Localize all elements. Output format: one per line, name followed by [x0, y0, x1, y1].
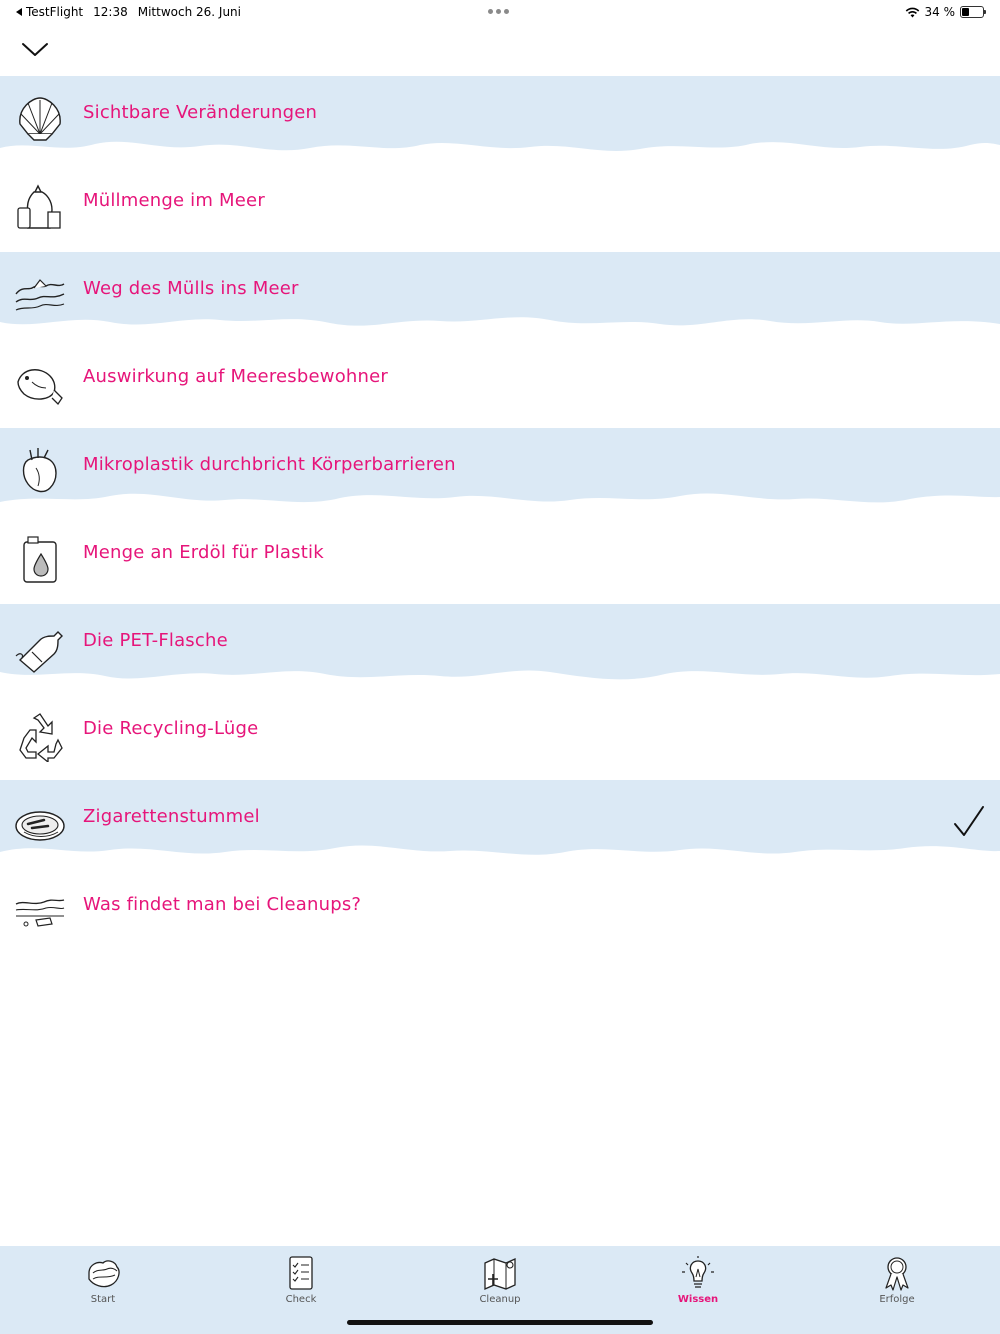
back-arrow-icon	[16, 8, 22, 16]
shell-icon	[19, 97, 61, 141]
bottle-icon	[15, 631, 63, 673]
topic-row-pet-flasche[interactable]: Die PET-Flasche	[0, 604, 1000, 692]
award-icon	[885, 1257, 909, 1291]
topic-label: Weg des Mülls ins Meer	[83, 278, 299, 299]
map-icon	[484, 1257, 516, 1291]
topic-label: Was findet man bei Cleanups?	[83, 894, 362, 915]
topic-row-recycling[interactable]: Die Recycling-Lüge	[0, 692, 1000, 780]
tab-label: Start	[90, 1294, 116, 1305]
start-icon	[88, 1260, 120, 1288]
oil-canister-icon	[23, 536, 57, 583]
topic-label: Mikroplastik durchbricht Körperbarrieren	[83, 454, 456, 475]
lightbulb-icon	[682, 1256, 714, 1288]
tab-label: Erfolge	[879, 1294, 915, 1305]
back-app-label: TestFlight	[26, 5, 84, 19]
tab-erfolge[interactable]: Erfolge	[837, 1246, 957, 1316]
tab-label: Cleanup	[479, 1294, 521, 1305]
topic-row-erdoel[interactable]: Menge an Erdöl für Plastik	[0, 516, 1000, 604]
topic-label: Sichtbare Veränderungen	[83, 102, 318, 123]
topic-row-weg-des-muells[interactable]: Weg des Mülls ins Meer	[0, 252, 1000, 340]
status-date: Mittwoch 26. Juni	[137, 5, 241, 19]
home-indicator[interactable]	[347, 1320, 653, 1325]
topic-row-sichtbare-veraenderungen[interactable]: Sichtbare Veränderungen	[0, 76, 1000, 164]
topic-row-cleanups[interactable]: Was findet man bei Cleanups?	[0, 868, 1000, 956]
topic-row-muellmenge[interactable]: Müllmenge im Meer	[0, 164, 1000, 252]
multitasking-dots[interactable]	[488, 9, 509, 14]
heart-icon	[22, 448, 57, 493]
tab-wissen[interactable]: Wissen	[638, 1246, 758, 1316]
tab-label: Check	[285, 1294, 317, 1305]
tab-start[interactable]: Start	[43, 1246, 163, 1316]
tab-check[interactable]: Check	[241, 1246, 361, 1316]
topic-label: Die Recycling-Lüge	[83, 718, 259, 739]
topic-label: Menge an Erdöl für Plastik	[83, 542, 324, 563]
topic-row-mikroplastik[interactable]: Mikroplastik durchbricht Körperbarrieren	[0, 428, 1000, 516]
topic-label: Müllmenge im Meer	[83, 190, 265, 211]
topic-list: Sichtbare Veränderungen Müllmenge im Mee…	[0, 76, 1000, 956]
topic-row-auswirkung[interactable]: Auswirkung auf Meeresbewohner	[0, 340, 1000, 428]
topic-label: Zigarettenstummel	[83, 806, 260, 827]
battery-percent: 34 %	[924, 5, 956, 19]
battery-icon	[960, 6, 986, 18]
ashtray-icon	[15, 811, 65, 841]
tab-cleanup[interactable]: Cleanup	[440, 1246, 560, 1316]
back-to-app-link[interactable]: TestFlight	[16, 5, 83, 19]
topic-row-zigarettenstummel[interactable]: Zigarettenstummel	[0, 780, 1000, 868]
collapse-button[interactable]	[20, 38, 52, 62]
checklist-icon	[289, 1256, 313, 1290]
recycling-icon	[19, 713, 63, 762]
checkmark-icon	[954, 806, 984, 836]
status-bar: TestFlight 12:38 Mittwoch 26. Juni 34 %	[0, 0, 1000, 24]
wifi-icon	[905, 7, 919, 17]
chevron-down-icon	[22, 43, 48, 56]
trash-bag-icon	[17, 184, 61, 229]
status-time: 12:38	[93, 5, 128, 19]
waves-icon	[15, 279, 65, 311]
fish-icon	[17, 369, 63, 406]
tab-label: Wissen	[677, 1294, 719, 1305]
beach-debris-icon	[15, 899, 65, 927]
topic-label: Die PET-Flasche	[83, 630, 228, 651]
topic-label: Auswirkung auf Meeresbewohner	[83, 366, 389, 387]
